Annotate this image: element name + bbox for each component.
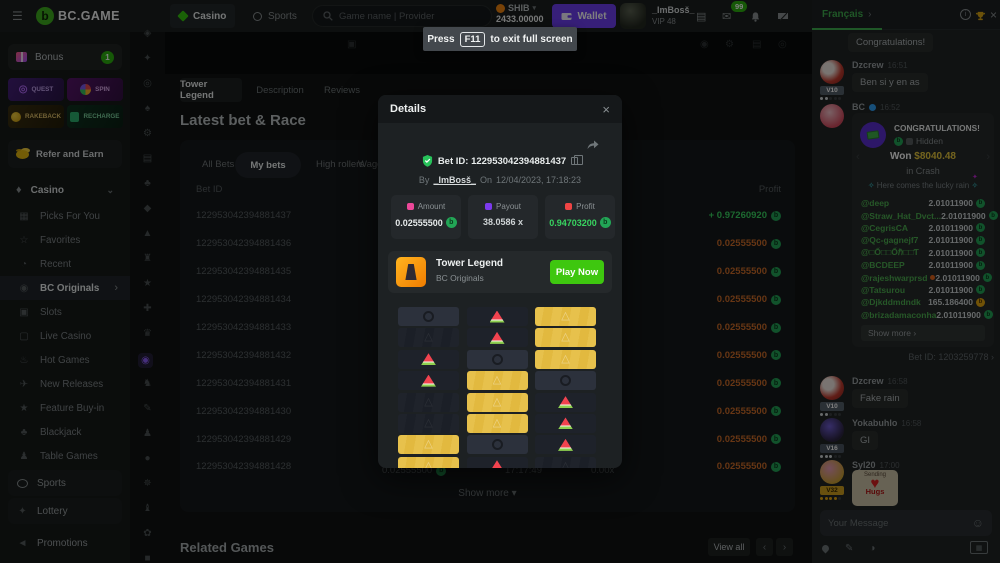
- circle-marker-icon: [560, 375, 571, 386]
- game-card: Tower Legend BC Originals Play Now: [388, 251, 612, 293]
- circle-marker-icon: [423, 311, 434, 322]
- tower-cell-gold: △: [535, 350, 596, 369]
- copy-icon[interactable]: [571, 157, 578, 165]
- tower-cell-circle: [467, 435, 528, 454]
- tower-cell-gold: △: [467, 414, 528, 433]
- play-now-button[interactable]: Play Now: [550, 260, 604, 284]
- tower-legend-thumbnail[interactable]: [396, 257, 426, 287]
- tower-cell-melon: [535, 435, 596, 454]
- triangle-outline-icon: △: [493, 397, 501, 408]
- triangle-outline-icon: △: [561, 461, 569, 468]
- triangle-outline-icon: △: [493, 375, 501, 386]
- triangle-outline-icon: △: [561, 354, 569, 365]
- bc-game-app: ☰ b BC.GAME Casino Sports SHIB▾ 2433.000…: [0, 0, 1000, 563]
- tower-cell-gold: △: [467, 393, 528, 412]
- close-icon[interactable]: ×: [602, 102, 610, 117]
- triangle-outline-icon: △: [561, 332, 569, 343]
- game-title: Tower Legend: [436, 258, 503, 269]
- watermelon-icon: [421, 375, 436, 387]
- modal-title: Details: [390, 103, 426, 115]
- tower-cell-melon: [467, 307, 528, 326]
- tower-cell-dim: △: [535, 457, 596, 468]
- bet-stats: Amount 0.02555500b Payout 38.0586 x Prof…: [391, 195, 615, 239]
- tower-cell-melon: [467, 328, 528, 347]
- bet-details-modal: Details × Bet ID: 122953042394881437 By …: [378, 95, 622, 468]
- player-link[interactable]: _ImBosš_: [433, 175, 476, 185]
- stat-amount: Amount 0.02555500b: [391, 195, 461, 239]
- watermelon-icon: [490, 332, 505, 344]
- circle-marker-icon: [492, 439, 503, 450]
- tower-cell-circle: [535, 371, 596, 390]
- watermelon-icon: [558, 396, 573, 408]
- watermelon-icon: [421, 353, 436, 365]
- triangle-outline-icon: △: [561, 311, 569, 322]
- tower-cell-gold: △: [467, 371, 528, 390]
- bet-id-value: 122953042394881437: [471, 156, 566, 167]
- tower-cell-melon: [467, 457, 528, 468]
- tower-cell-melon: [398, 350, 459, 369]
- f11-keycap: F11: [460, 32, 486, 47]
- circle-marker-icon: [492, 354, 503, 365]
- tower-cell-circle: [398, 307, 459, 326]
- payout-icon: [485, 203, 492, 210]
- tower-cell-gold: △: [398, 457, 459, 468]
- watermelon-icon: [490, 460, 505, 468]
- coin-icon: b: [600, 217, 611, 228]
- triangle-outline-icon: △: [424, 461, 432, 468]
- tower-cell-melon: [535, 414, 596, 433]
- amount-icon: [407, 203, 414, 210]
- share-icon[interactable]: [586, 137, 600, 155]
- coin-icon: b: [446, 217, 457, 228]
- watermelon-icon: [490, 311, 505, 323]
- modal-header: Details ×: [378, 95, 622, 123]
- triangle-outline-icon: △: [424, 397, 432, 408]
- stat-profit: Profit 0.94703200b: [545, 195, 615, 239]
- tower-cell-gold: △: [535, 307, 596, 326]
- bet-datetime: 12/04/2023, 17:18:23: [496, 175, 581, 185]
- profit-icon: [565, 203, 572, 210]
- tower-cell-circle: [467, 350, 528, 369]
- tower-cell-dim: △: [398, 393, 459, 412]
- bet-id-row: Bet ID: 122953042394881437: [378, 155, 622, 167]
- shield-check-icon: [422, 155, 433, 167]
- bet-meta-row: By _ImBosš_ On 12/04/2023, 17:18:23: [378, 175, 622, 185]
- tower-result-grid: △ △ △ △ △ △ △ △ △ △ △ △: [398, 307, 596, 468]
- game-category[interactable]: BC Originals: [436, 273, 484, 283]
- triangle-outline-icon: △: [424, 332, 432, 343]
- watermelon-icon: [558, 439, 573, 451]
- watermelon-icon: [558, 417, 573, 429]
- triangle-outline-icon: △: [493, 418, 501, 429]
- triangle-outline-icon: △: [424, 439, 432, 450]
- tower-cell-gold: △: [535, 328, 596, 347]
- tower-cell-dim: △: [398, 328, 459, 347]
- triangle-outline-icon: △: [424, 418, 432, 429]
- tower-cell-gold: △: [398, 435, 459, 454]
- tower-cell-melon: [535, 393, 596, 412]
- tower-cell-melon: [398, 371, 459, 390]
- stat-payout: Payout 38.0586 x: [468, 195, 538, 239]
- fullscreen-tooltip: Press F11 to exit full screen: [423, 27, 577, 51]
- tower-cell-dim: △: [398, 414, 459, 433]
